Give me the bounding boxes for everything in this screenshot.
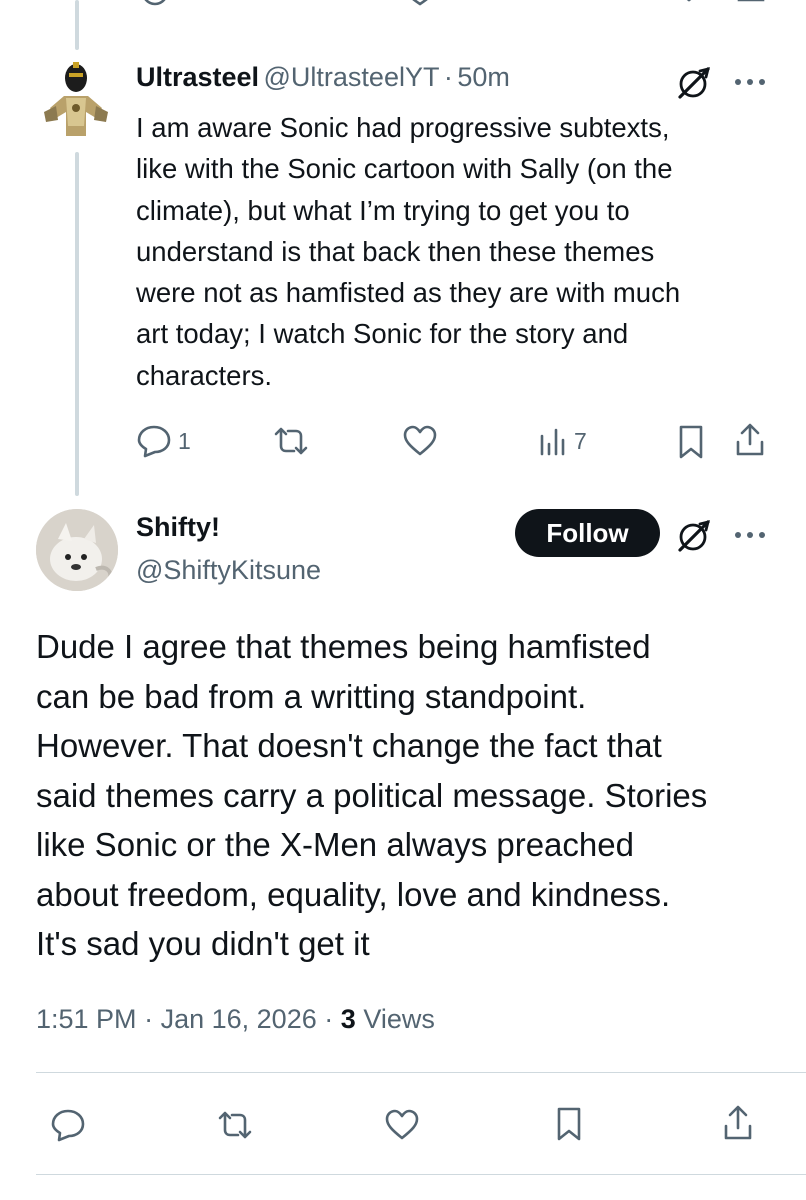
tweet-time[interactable]: 1:51 PM [36,1004,137,1034]
bookmark-icon [554,1106,584,1142]
text-line: like Sonic or the X-Men always preached [36,826,634,863]
share-icon [722,1104,754,1142]
text-line: Dude I agree that themes being hamfisted [36,628,651,665]
text-line: can be bad from a writting standpoint. [36,677,587,715]
thread-line-bottom [75,152,79,496]
author-handle[interactable]: @UltrasteelYT [264,62,440,92]
text-line: I am aware Sonic had progressive subtext… [136,112,670,143]
reply-icon[interactable] [140,0,170,10]
like-action[interactable] [402,424,438,458]
separator: · [144,1004,154,1034]
author-name[interactable]: Shifty! [136,512,220,543]
like-icon[interactable] [402,0,438,8]
reply-header: Ultrasteel @UltrasteelYT · 50m [136,62,510,93]
share-icon[interactable] [736,0,766,10]
reply-icon [136,424,172,458]
text-line: about freedom, equality, love and kindne… [36,875,671,913]
author-handle[interactable]: @ShiftyKitsune [136,555,321,586]
bookmark-action[interactable] [676,424,706,460]
retweet-icon [272,424,310,458]
reply-action[interactable]: 1 [136,424,191,458]
views-count: 7 [574,427,587,454]
bookmark-icon [676,424,706,460]
divider [36,1174,806,1175]
text-line: climate), but what I’m trying to get you… [136,194,630,226]
reply-body: I am aware Sonic had progressive subtext… [136,107,796,396]
views-label[interactable]: Views [363,1004,435,1034]
views-count[interactable]: 3 [341,1004,356,1034]
thread-line-top [75,0,79,50]
text-line: were not as hamfisted as they are with m… [136,277,681,309]
main-body: Dude I agree that themes being hamfisted… [36,622,796,969]
like-action[interactable] [384,1108,420,1142]
divider [36,1072,806,1073]
text-line: characters. [136,359,273,391]
text-line: like with the Sonic cartoon with Sally (… [136,153,673,185]
text-line: understand is that back then these theme… [136,235,655,267]
avatar[interactable] [36,509,118,591]
text-line: art today; I watch Sonic for the story a… [136,318,629,350]
share-action[interactable] [734,422,766,458]
text-line: However. That doesn't change the fact th… [36,727,662,764]
grok-icon[interactable] [676,65,712,101]
retweet-icon [216,1108,254,1142]
author-name[interactable]: Ultrasteel [136,62,259,92]
grok-icon[interactable] [676,518,712,554]
reply-action[interactable] [50,1108,86,1142]
reply-icon [50,1108,86,1142]
share-icon [734,422,766,458]
retweet-action[interactable] [272,424,310,458]
like-icon [402,424,438,458]
more-icon[interactable] [734,78,766,86]
separator: · [324,1004,334,1034]
views-action[interactable]: 7 [538,424,587,458]
share-action[interactable] [722,1104,754,1142]
reply-count: 1 [178,427,191,454]
views-icon [538,424,568,458]
avatar[interactable] [36,56,116,146]
bookmark-icon[interactable] [674,0,704,8]
like-icon [384,1108,420,1142]
more-icon[interactable] [734,531,766,539]
bookmark-action[interactable] [554,1106,584,1142]
separator: · [443,62,453,92]
tweet-meta: 1:51 PM · Jan 16, 2026 · 3 Views [36,1004,435,1035]
follow-button[interactable]: Follow [515,509,660,557]
retweet-action[interactable] [216,1108,254,1142]
text-line: said themes carry a political message. S… [36,776,708,814]
retweet-icon[interactable] [272,0,312,8]
text-line: It's sad you didn't get it [36,925,370,962]
timestamp[interactable]: 50m [457,62,510,92]
views-icon[interactable] [538,0,598,10]
tweet-date[interactable]: Jan 16, 2026 [161,1004,317,1034]
